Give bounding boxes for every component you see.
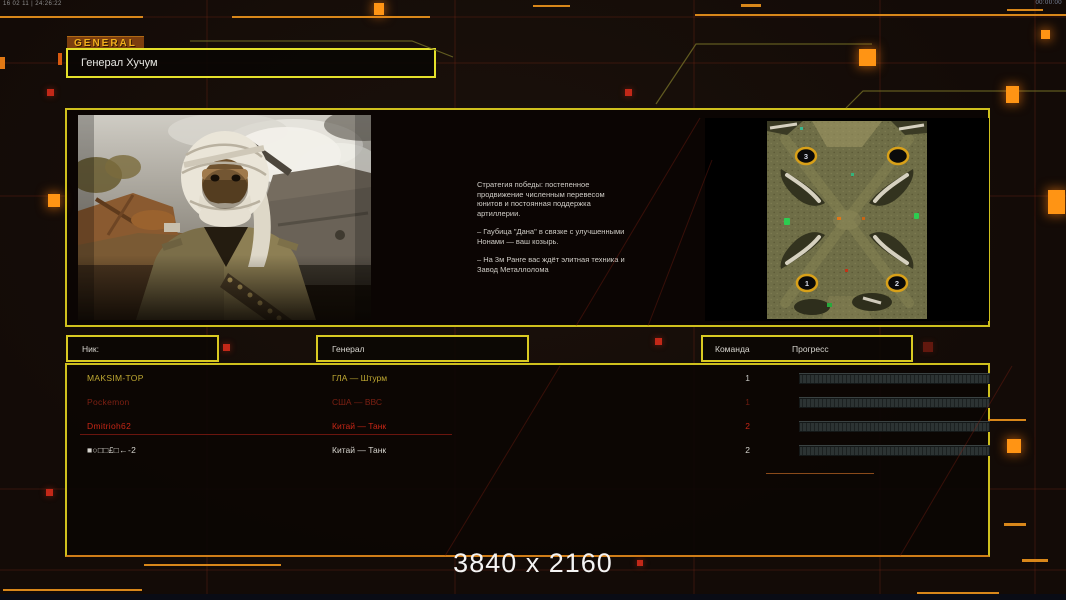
header-nick-label: Ник:: [82, 343, 99, 354]
decor-square-red: [637, 560, 643, 566]
general-name-box: Генерал Хучум: [66, 48, 436, 78]
strategy-briefing: Стратегия победы: постепенное продвижени…: [477, 180, 627, 283]
header-team-label: Команда: [715, 343, 750, 354]
player-general: ГЛА — Штурм: [332, 373, 388, 383]
header-progress-label: Прогресс: [792, 343, 829, 354]
row-underline-decor: [80, 434, 452, 435]
player-nick: Pockemon: [87, 397, 130, 407]
header-nick: Ник:: [66, 335, 219, 362]
player-team: 1: [745, 397, 750, 407]
general-portrait: [78, 115, 371, 320]
decor-square-red: [223, 344, 230, 351]
header-general-label: Генерал: [332, 343, 365, 354]
header-team-progress: Команда Прогресс: [701, 335, 913, 362]
system-overlay-topleft: 16 02 11 | 24:26:22: [3, 1, 62, 7]
header-general: Генерал: [316, 335, 529, 362]
decor-square: [1007, 439, 1021, 453]
start-marker-label: 1: [805, 279, 809, 288]
decor-square-red: [655, 338, 662, 345]
decor-square: [48, 194, 60, 207]
portrait-image: [78, 115, 371, 320]
progress-bar: [799, 373, 990, 384]
start-marker-label: 2: [895, 279, 899, 288]
player-row: MAKSIM-TOP ГЛА — Штурм 1: [67, 367, 990, 391]
system-overlay-topright: 00:00:00: [1035, 0, 1062, 6]
progress-bar: [799, 421, 990, 432]
decor-square-red: [923, 342, 933, 352]
start-marker-label: 3: [804, 152, 808, 161]
decor-square: [1006, 86, 1019, 103]
player-row: Dmitrioh62 Китай — Танк 2: [67, 415, 990, 439]
decor-square-red: [46, 489, 53, 496]
players-table: MAKSIM-TOP ГЛА — Штурм 1 Pockemon США — …: [65, 363, 990, 557]
player-team: 1: [745, 373, 750, 383]
briefing-paragraph: – Гаубица "Дана" в связке с улучшенными …: [477, 227, 625, 246]
player-general: Китай — Танк: [332, 445, 387, 455]
player-general: Китай — Танк: [332, 421, 387, 431]
decor-square: [859, 49, 876, 66]
game-lobby-screen: 16 02 11 | 24:26:22 00:00:00 GENERAL Ген…: [0, 0, 1066, 600]
player-row: ■○□□£□←-2 Китай — Танк 2: [67, 439, 990, 463]
general-name: Генерал Хучум: [81, 57, 158, 69]
player-nick: Dmitrioh62: [87, 421, 132, 431]
decor-square: [374, 3, 384, 15]
briefing-panel: Стратегия победы: постепенное продвижени…: [65, 108, 990, 327]
decor-square: [1041, 30, 1050, 39]
player-general: США — ВВС: [332, 397, 383, 407]
minimap: 3 1 2: [705, 118, 989, 321]
briefing-paragraph: Стратегия победы: постепенное продвижени…: [477, 180, 605, 218]
briefing-paragraph: – На 3м Ранге вас ждёт элитная техника и…: [477, 255, 625, 274]
decor-square-red: [47, 89, 54, 96]
player-nick: ■○□□£□←-2: [87, 445, 137, 455]
resolution-label: 3840 x 2160: [453, 548, 613, 578]
decor-square: [1048, 190, 1065, 214]
player-nick: MAKSIM-TOP: [87, 373, 144, 383]
minimap-image: 3 1 2: [767, 120, 927, 319]
decor-square-red: [625, 89, 632, 96]
progress-bar: [799, 445, 990, 456]
bottom-bar: [0, 594, 1066, 600]
progress-bar: [799, 397, 990, 408]
player-team: 2: [745, 421, 750, 431]
player-row: Pockemon США — ВВС 1: [67, 391, 990, 415]
player-team: 2: [745, 445, 750, 455]
